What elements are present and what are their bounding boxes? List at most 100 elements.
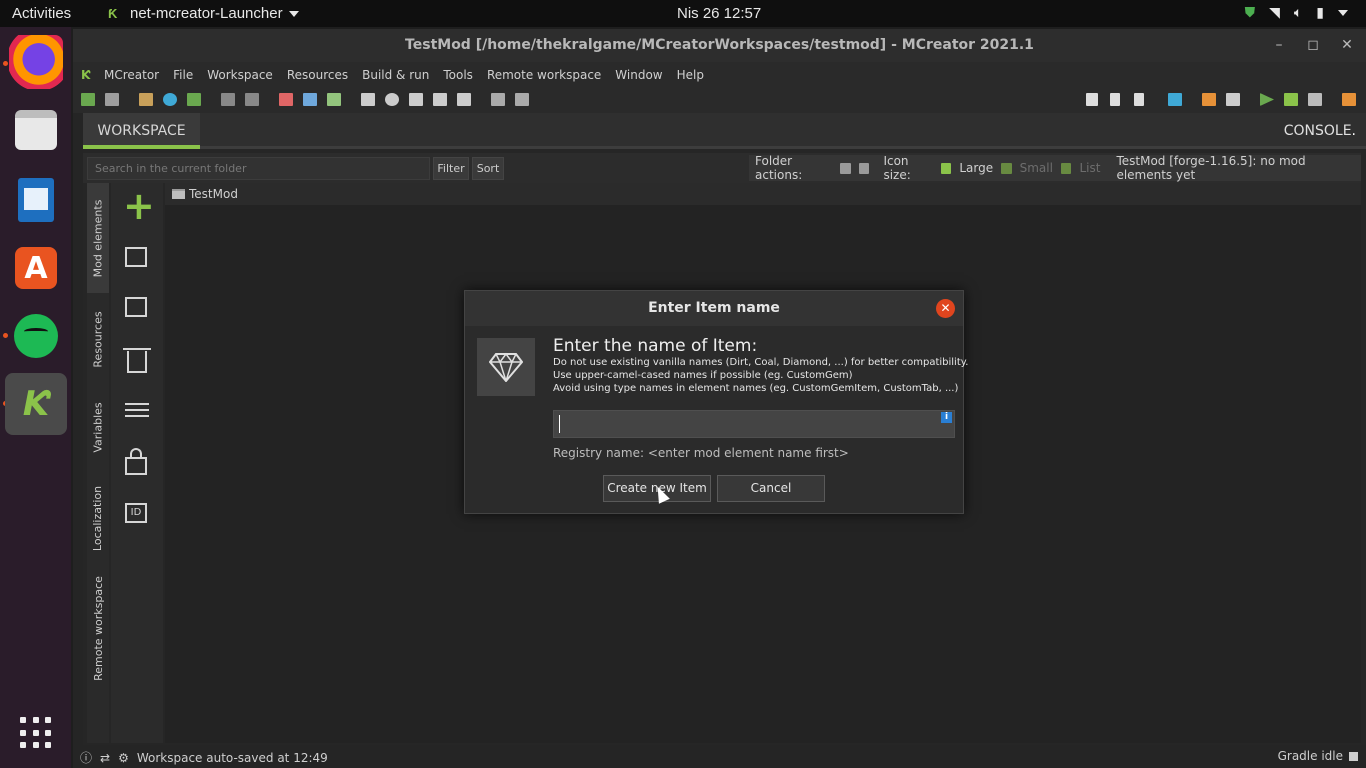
package-icon[interactable] (457, 93, 471, 106)
sound-icon[interactable] (163, 93, 177, 106)
spotify-icon[interactable] (9, 309, 63, 363)
hammer-icon[interactable] (1226, 93, 1240, 106)
new-image-icon[interactable] (81, 93, 95, 106)
minimize-icon[interactable]: – (1262, 29, 1296, 62)
push-icon[interactable] (1134, 93, 1144, 106)
run-server-icon[interactable] (1284, 93, 1298, 106)
libreoffice-writer-icon[interactable] (9, 173, 63, 227)
tab-workspace[interactable]: WORKSPACE (83, 113, 200, 149)
large-icon[interactable] (940, 162, 952, 174)
software-store-icon[interactable]: A (9, 241, 63, 295)
side-tab-localization[interactable]: Localization (87, 473, 109, 563)
menu-tools[interactable]: Tools (436, 68, 480, 82)
mcreator-dock-icon[interactable]: Ƙ (5, 373, 67, 435)
animation-icon[interactable] (361, 93, 375, 106)
dialog-hint: Avoid using type names in element names … (553, 383, 959, 394)
splitter[interactable] (73, 113, 83, 753)
close-icon[interactable]: ✕ (1330, 29, 1364, 62)
side-tab-label: Remote workspace (91, 575, 105, 681)
new-gui-icon[interactable] (105, 93, 119, 106)
folder-actions-label: Folder actions: (755, 154, 803, 182)
folder-icon (172, 189, 185, 199)
git-branch-icon[interactable] (1086, 93, 1098, 106)
sync-icon[interactable]: ⇄ (100, 751, 110, 765)
large-option[interactable]: Large (959, 161, 993, 175)
app-menu[interactable]: Ƙ net-mcreator-Launcher (108, 5, 299, 22)
menu-help[interactable]: Help (670, 68, 711, 82)
edit-icon[interactable] (515, 93, 529, 106)
registry-name-label: Registry name: <enter mod element name f… (553, 446, 849, 460)
model-import-icon[interactable] (221, 93, 235, 106)
element-id-icon[interactable]: ID (123, 499, 153, 529)
dialog-hint: Do not use existing vanilla names (Dirt,… (553, 357, 969, 368)
import-icon[interactable] (139, 93, 153, 106)
folder-row[interactable]: TestMod (165, 183, 1361, 205)
pull-icon[interactable] (1110, 93, 1120, 106)
icon-size-label: Icon size: (883, 154, 911, 182)
maximize-icon[interactable]: ◻ (1296, 29, 1330, 62)
folder-icon[interactable] (1168, 93, 1182, 106)
rename-folder-icon[interactable] (858, 162, 870, 174)
menu-file[interactable]: File (166, 68, 200, 82)
menu-bar: Ƙ MCreator File Workspace Resources Buil… (73, 62, 1366, 87)
build-icon[interactable] (1202, 93, 1216, 106)
duplicate-element-icon[interactable] (123, 293, 153, 323)
menu-mcreator[interactable]: MCreator (97, 68, 166, 82)
menu-remote-workspace[interactable]: Remote workspace (480, 68, 608, 82)
files-icon[interactable] (9, 103, 63, 157)
block-icon[interactable] (279, 93, 293, 106)
lock-code-icon[interactable] (123, 447, 153, 477)
side-tab-label: Mod elements (91, 199, 105, 277)
structure-icon[interactable] (187, 93, 201, 106)
run-client-icon[interactable] (1260, 93, 1274, 106)
running-indicator (3, 333, 8, 338)
add-element-icon[interactable]: + (123, 187, 155, 225)
side-tab-resources[interactable]: Resources (87, 301, 109, 377)
new-folder-icon[interactable] (840, 162, 851, 174)
sort-button[interactable]: Sort (472, 157, 504, 180)
tab-console[interactable]: CONSOLE. (1284, 113, 1356, 149)
dock: A Ƙ (0, 27, 71, 768)
window-titlebar[interactable]: TestMod [/home/thekralgame/MCreatorWorks… (73, 29, 1366, 62)
system-tray[interactable]: ⛊ ◥ 🔈︎ ▮ (1245, 4, 1348, 21)
save-icon[interactable] (245, 93, 259, 106)
gear-icon[interactable]: ⚙ (118, 751, 129, 765)
show-applications-icon[interactable] (20, 717, 52, 749)
info-icon[interactable]: ⓘ (80, 749, 92, 766)
export-icon[interactable] (1342, 93, 1356, 106)
side-tab-variables[interactable]: Variables (87, 389, 109, 465)
side-tab-remote-workspace[interactable]: Remote workspace (87, 573, 109, 683)
picture-icon[interactable] (491, 93, 505, 106)
edit-element-icon[interactable] (123, 243, 153, 273)
delete-element-icon[interactable] (123, 345, 153, 375)
stop-icon[interactable] (1308, 93, 1322, 106)
clock[interactable]: Nis 26 12:57 (677, 5, 761, 22)
variable-icon[interactable] (433, 93, 447, 106)
search-input[interactable]: Search in the current folder (87, 157, 430, 180)
stop-gradle-icon[interactable] (1349, 751, 1358, 761)
menu-window[interactable]: Window (608, 68, 669, 82)
activities-button[interactable]: Activities (12, 5, 71, 22)
menu-workspace[interactable]: Workspace (200, 68, 280, 82)
item-name-input[interactable] (553, 410, 955, 438)
gui-icon[interactable] (303, 93, 317, 106)
small-icon[interactable] (1001, 162, 1012, 174)
filter-button[interactable]: Filter (433, 157, 469, 180)
cancel-button[interactable]: Cancel (717, 475, 825, 502)
edit-code-icon[interactable] (123, 397, 153, 427)
texture-icon[interactable] (385, 93, 399, 106)
small-option[interactable]: Small (1020, 161, 1053, 175)
menu-build-run[interactable]: Build & run (355, 68, 436, 82)
firefox-icon[interactable] (9, 35, 63, 89)
info-icon[interactable]: i (941, 412, 952, 423)
list-icon[interactable] (1060, 162, 1072, 174)
list-option[interactable]: List (1079, 161, 1100, 175)
close-icon[interactable]: ✕ (936, 299, 955, 318)
dialog-title: Enter Item name (465, 291, 963, 326)
shield-icon[interactable]: ⛊ (1245, 4, 1256, 21)
grid-icon[interactable] (327, 93, 341, 106)
menu-resources[interactable]: Resources (280, 68, 355, 82)
side-tab-mod-elements[interactable]: Mod elements (87, 183, 109, 293)
side-tab-label: Localization (91, 485, 105, 551)
procedure-icon[interactable] (409, 93, 423, 106)
